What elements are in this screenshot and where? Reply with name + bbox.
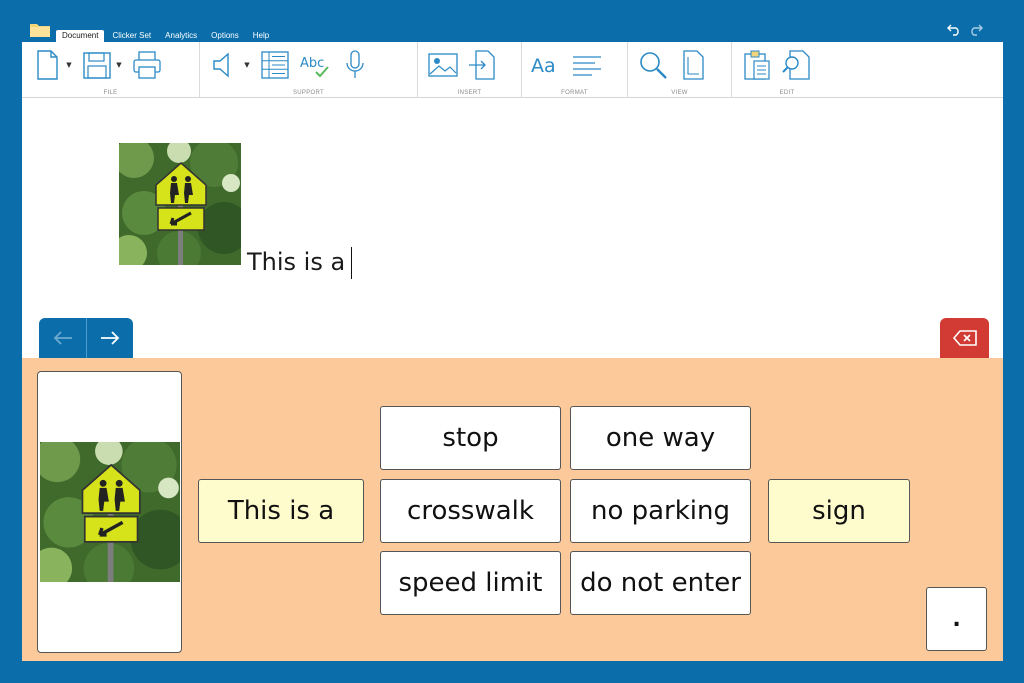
word-cell-stop[interactable]: stop [380,406,561,470]
delete-word-button[interactable] [940,318,989,358]
print-button[interactable] [130,48,164,82]
magnifier-icon [640,52,667,79]
sentence-start-cell[interactable]: This is a [198,479,364,543]
menu-tabs: Document Clicker Set Analytics Options H… [56,30,277,42]
new-document-button[interactable]: ▼ [30,48,74,82]
tab-document[interactable]: Document [56,30,105,42]
save-icon [83,52,111,79]
group-label-edit: EDIT [779,90,795,96]
tab-clicker-set[interactable]: Clicker Set [106,30,157,42]
find-document-icon [782,50,810,80]
font-icon: Aa [531,55,556,77]
page-size-button[interactable] [676,48,710,82]
picture-cell[interactable] [37,371,182,653]
word-cell-one-way[interactable]: one way [570,406,751,470]
chevron-down-icon[interactable]: ▼ [242,48,252,82]
svg-text:Abc: Abc [300,56,324,71]
insert-file-icon [469,50,495,80]
word-cell-no-parking[interactable]: no parking [570,479,751,543]
next-grid-button[interactable] [86,318,133,358]
paragraph-button[interactable] [570,48,604,82]
speaker-icon [213,52,229,78]
microphone-icon [346,50,364,78]
grid-navigation [39,318,133,358]
crosswalk-sign-image [119,143,241,265]
previous-grid-button[interactable] [39,318,86,358]
title-bar: Document Clicker Set Analytics Options H… [0,0,1024,42]
document-area[interactable]: This is a [22,98,1003,358]
numbered-list-icon [261,51,289,79]
word-cell-do-not-enter[interactable]: do not enter [570,551,751,615]
font-button[interactable]: Aa [530,48,564,82]
tab-help[interactable]: Help [247,30,275,42]
word-cell-speed-limit[interactable]: speed limit [380,551,561,615]
speech-button[interactable]: ▼ [208,48,252,82]
page-size-icon [683,50,704,80]
folder-icon[interactable] [30,22,50,37]
document-image-crosswalk-sign[interactable] [119,143,241,265]
align-left-icon [573,56,601,76]
arrow-right-icon [101,331,120,345]
insert-picture-button[interactable] [426,48,460,82]
svg-text:Aa: Aa [531,55,556,77]
crosswalk-sign-image [40,442,180,582]
backspace-icon [952,330,977,346]
document-text[interactable]: This is a [247,244,353,280]
spell-check-icon: Abc [300,56,329,78]
sentence-set-panel: This is a stop one way crosswalk no park… [22,358,1003,661]
punctuation-cell[interactable]: . [926,587,987,651]
redo-icon[interactable] [968,22,984,36]
find-button[interactable] [780,48,814,82]
arrow-left-icon [53,331,72,345]
ribbon-group-file: ▼ ▼ FILE [22,42,200,98]
ribbon-group-edit: EDIT [732,42,842,98]
group-label-format: FORMAT [561,90,588,96]
ribbon-group-view: VIEW [628,42,732,98]
tab-analytics[interactable]: Analytics [159,30,203,42]
ribbon-group-format: Aa FORMAT [522,42,628,98]
group-label-support: SUPPORT [293,90,324,96]
clipboard-icon [744,50,770,80]
tab-options[interactable]: Options [205,30,245,42]
paste-button[interactable] [740,48,774,82]
zoom-button[interactable] [636,48,670,82]
chevron-down-icon[interactable]: ▼ [64,48,74,82]
undo-redo [946,22,984,36]
spell-check-button[interactable]: Abc [298,48,332,82]
ribbon-group-support: ▼ Abc SUPPORT [200,42,418,98]
save-button[interactable]: ▼ [80,48,124,82]
voice-input-button[interactable] [338,48,372,82]
text-cursor [351,247,353,279]
word-predictor-button[interactable] [258,48,292,82]
group-label-insert: INSERT [457,90,482,96]
new-document-icon [37,50,58,80]
group-label-view: VIEW [671,90,688,96]
picture-cell-image [40,442,180,582]
undo-icon[interactable] [946,22,962,36]
ribbon-toolbar: ▼ ▼ FILE ▼ Abc SUPPORT INSERT Aa FORMAT … [22,42,1003,98]
printer-icon [133,51,161,79]
word-cell-crosswalk[interactable]: crosswalk [380,479,561,543]
insert-file-button[interactable] [466,48,500,82]
image-icon [428,53,458,77]
group-label-file: FILE [103,90,118,96]
ribbon-group-insert: INSERT [418,42,522,98]
chevron-down-icon[interactable]: ▼ [114,48,124,82]
document-text-content: This is a [247,248,346,276]
sentence-end-cell[interactable]: sign [768,479,910,543]
